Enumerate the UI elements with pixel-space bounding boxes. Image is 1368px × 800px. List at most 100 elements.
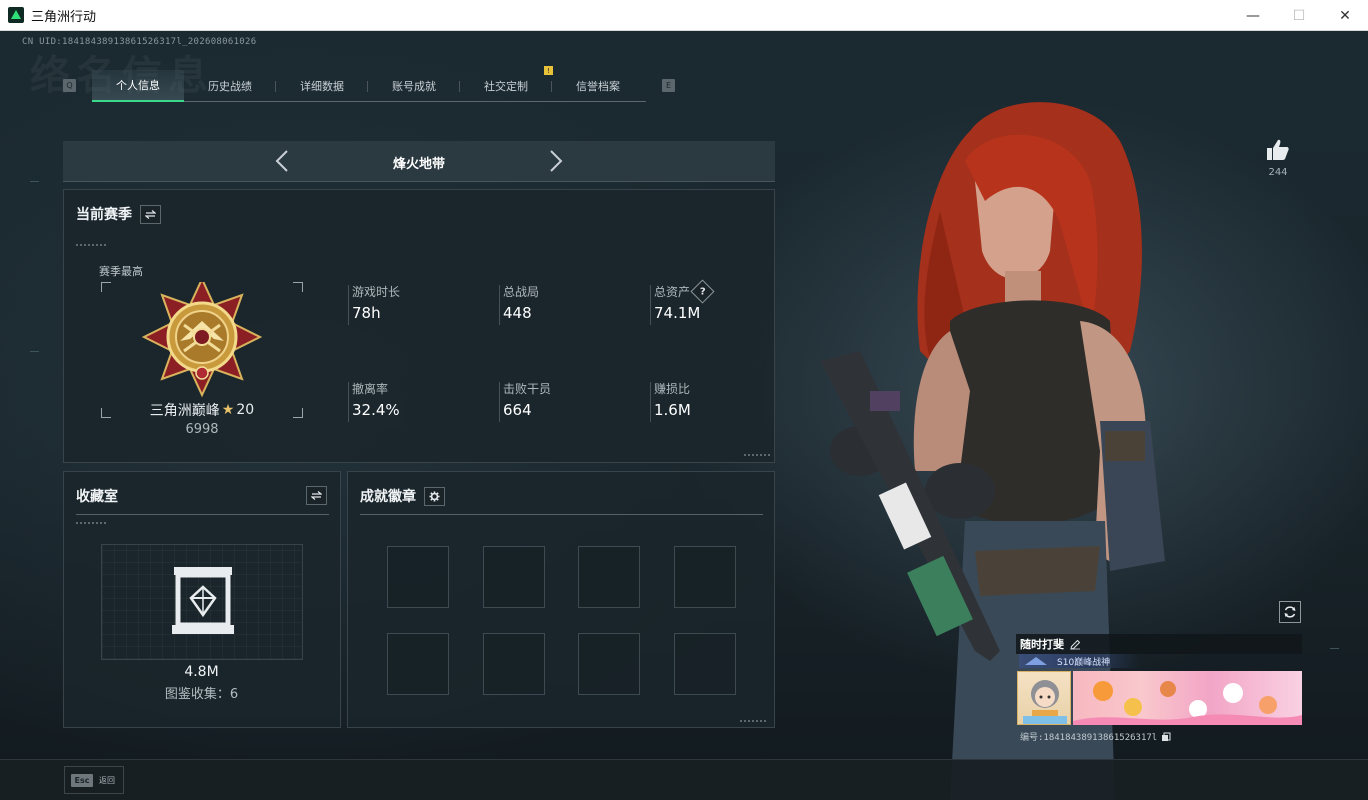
- stat-value: 74.1M: [654, 304, 701, 322]
- collection-value: 4.8M: [184, 664, 219, 680]
- chevron-right-icon: [550, 150, 563, 172]
- game-viewport: 络名信息 CN UID:18418438913861526317l_202608…: [0, 31, 1368, 800]
- notification-badge: !: [544, 66, 553, 75]
- app-logo-icon: [8, 7, 24, 23]
- window-titlebar: 三角洲行动 — ☐ ✕: [0, 0, 1368, 31]
- rank-name-text: 三角洲巅峰: [149, 403, 220, 419]
- achievement-slot[interactable]: [674, 633, 736, 695]
- stat-label: 游戏时长: [352, 285, 401, 299]
- mode-title: 烽火地带: [392, 157, 445, 172]
- edit-icon[interactable]: [1070, 639, 1081, 650]
- uid-line: CN UID:18418438913861526317l_20260806102…: [22, 37, 257, 47]
- avatar-image: [1023, 680, 1067, 724]
- maximize-button[interactable]: ☐: [1276, 0, 1322, 31]
- collection-switch-button[interactable]: [306, 486, 327, 505]
- player-title-bar: S10巅峰战神: [1019, 654, 1139, 668]
- achievement-slot[interactable]: [483, 633, 545, 695]
- tab-detailed-data[interactable]: 详细数据: [276, 70, 368, 102]
- divider: [76, 514, 329, 515]
- tab-label: 历史战绩: [208, 80, 252, 93]
- achievement-panel: 成就徽章: [347, 471, 775, 728]
- tab-next-key[interactable]: E: [662, 79, 675, 92]
- player-id-text: 编号:18418438913861526317l: [1020, 733, 1158, 743]
- achievement-settings-button[interactable]: [424, 486, 445, 506]
- stat-value: 78h: [352, 304, 381, 322]
- tab-account-achievements[interactable]: 账号成就: [368, 70, 460, 102]
- collection-title: 收藏室: [76, 489, 118, 505]
- player-card[interactable]: 随时打斐 S10巅峰战神 编号:18418438913861526317l: [1016, 634, 1302, 744]
- decor-tick: [30, 181, 39, 182]
- achievement-slot[interactable]: [578, 546, 640, 608]
- achievement-slot[interactable]: [387, 546, 449, 608]
- player-id: 编号:18418438913861526317l: [1020, 730, 1171, 743]
- collection-header: 收藏室: [76, 486, 118, 506]
- tab-social-custom[interactable]: 社交定制: [460, 70, 552, 102]
- achievement-slot[interactable]: [578, 633, 640, 695]
- decor-dots: [744, 454, 770, 456]
- tab-prev-key[interactable]: Q: [63, 79, 76, 92]
- help-mark: ?: [699, 286, 706, 297]
- refresh-icon: [1284, 606, 1296, 618]
- achievement-header: 成就徽章: [360, 486, 445, 506]
- season-best-label: 赛季最高: [99, 265, 143, 278]
- achievement-slot[interactable]: [483, 546, 545, 608]
- refresh-button[interactable]: [1279, 601, 1301, 623]
- bottom-bar: Esc 返回: [0, 759, 1368, 800]
- stat-label: 总资产: [654, 285, 691, 299]
- stat-value: 1.6M: [654, 401, 691, 419]
- like-count: 244: [1268, 167, 1288, 178]
- player-card-header: 随时打斐: [1016, 634, 1302, 654]
- rank-score: 6998: [185, 422, 219, 437]
- minimize-button[interactable]: —: [1230, 0, 1276, 31]
- stat-label: 撤离率: [352, 382, 389, 396]
- stat-label: 击败干员: [503, 382, 552, 396]
- like-button[interactable]: 244: [1262, 139, 1294, 178]
- rank-name: 三角洲巅峰 ★ 20: [100, 400, 304, 420]
- achievement-title: 成就徽章: [360, 489, 416, 505]
- title-emblem-icon: [1025, 657, 1047, 665]
- banner-cats-image: [1073, 681, 1302, 725]
- tab-label: 信誉档案: [576, 80, 620, 93]
- back-button[interactable]: Esc 返回: [64, 766, 124, 794]
- window-title: 三角洲行动: [31, 9, 97, 25]
- tab-personal-info[interactable]: 个人信息: [92, 70, 184, 102]
- window-controls: — ☐ ✕: [1230, 0, 1368, 31]
- decor-dots: [740, 720, 766, 722]
- stat-label: 总战局: [503, 285, 540, 299]
- achievement-slot[interactable]: [674, 546, 736, 608]
- stat-label: 赚损比: [654, 382, 691, 396]
- gear-icon: [429, 490, 440, 502]
- copy-icon[interactable]: [1161, 732, 1171, 742]
- stat-label-row: 总资产 ?: [654, 279, 715, 304]
- profile-tabbar: Q 个人信息 历史战绩 详细数据 账号成就 社交定制 信誉档案 ! E: [62, 66, 676, 102]
- decor-tick: [30, 351, 39, 352]
- help-icon[interactable]: ?: [690, 279, 715, 304]
- collection-panel: 收藏室 4.8M 图鉴收集：6: [63, 471, 341, 728]
- thumbs-up-icon: [1267, 139, 1289, 160]
- season-switch-button[interactable]: [140, 204, 161, 224]
- stat-value: 448: [503, 304, 532, 322]
- tab-list: 个人信息 历史战绩 详细数据 账号成就 社交定制 信誉档案: [92, 70, 646, 102]
- season-panel: 当前赛季 赛季最高 三角洲巅峰 ★ 20 6998 游戏时长 78h 总战局 4…: [63, 189, 775, 463]
- player-banner: [1073, 671, 1302, 725]
- collection-count: 图鉴收集：6: [164, 687, 239, 702]
- tab-match-history[interactable]: 历史战绩: [184, 70, 276, 102]
- star-icon: ★: [221, 402, 235, 418]
- esc-key: Esc: [71, 773, 93, 787]
- tab-label: 个人信息: [116, 79, 160, 92]
- avatar: [1017, 671, 1071, 725]
- collection-display[interactable]: [101, 544, 303, 660]
- player-name: 随时打斐: [1020, 638, 1064, 651]
- display-case-icon: [172, 567, 234, 634]
- divider: [360, 514, 763, 515]
- stat-value: 32.4%: [352, 401, 400, 419]
- achievement-slot[interactable]: [387, 633, 449, 695]
- mode-next-button[interactable]: [544, 149, 568, 173]
- tab-label: 社交定制: [484, 80, 528, 93]
- tab-reputation[interactable]: 信誉档案: [552, 70, 644, 102]
- rank-emblem-frame: [101, 282, 303, 418]
- rank-emblem-icon: [141, 282, 263, 398]
- close-button[interactable]: ✕: [1322, 0, 1368, 31]
- decor-tick: [1330, 648, 1339, 649]
- season-title: 当前赛季: [76, 207, 132, 223]
